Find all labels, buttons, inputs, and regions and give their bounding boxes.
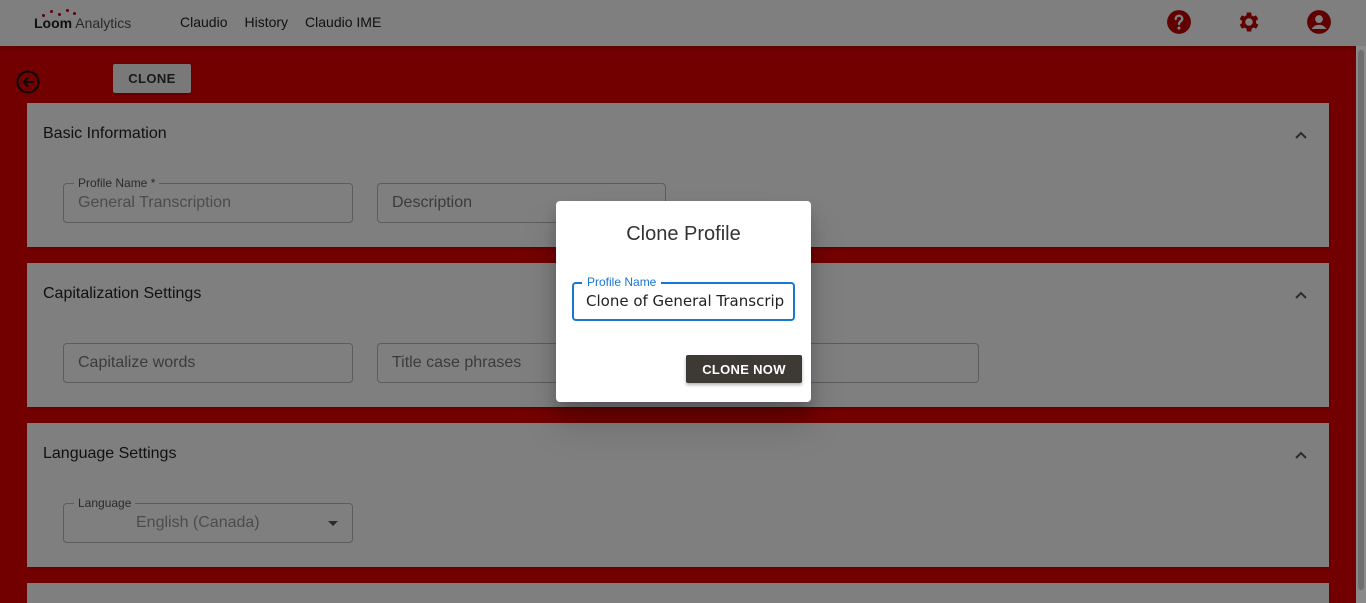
clone-now-button[interactable]: CLONE NOW	[686, 355, 802, 383]
clone-profile-dialog: Clone Profile Profile Name CLONE NOW	[556, 201, 811, 402]
dialog-profile-name-label: Profile Name	[582, 275, 662, 289]
app-root: Loom Analytics Claudio History Claudio I…	[0, 0, 1366, 603]
dialog-profile-name-field[interactable]: Profile Name	[572, 275, 795, 321]
dialog-profile-name-input[interactable]	[586, 292, 784, 310]
scrollbar-thumb[interactable]	[1358, 50, 1364, 590]
dialog-title: Clone Profile	[626, 223, 741, 245]
page-scrollbar[interactable]	[1356, 46, 1366, 603]
